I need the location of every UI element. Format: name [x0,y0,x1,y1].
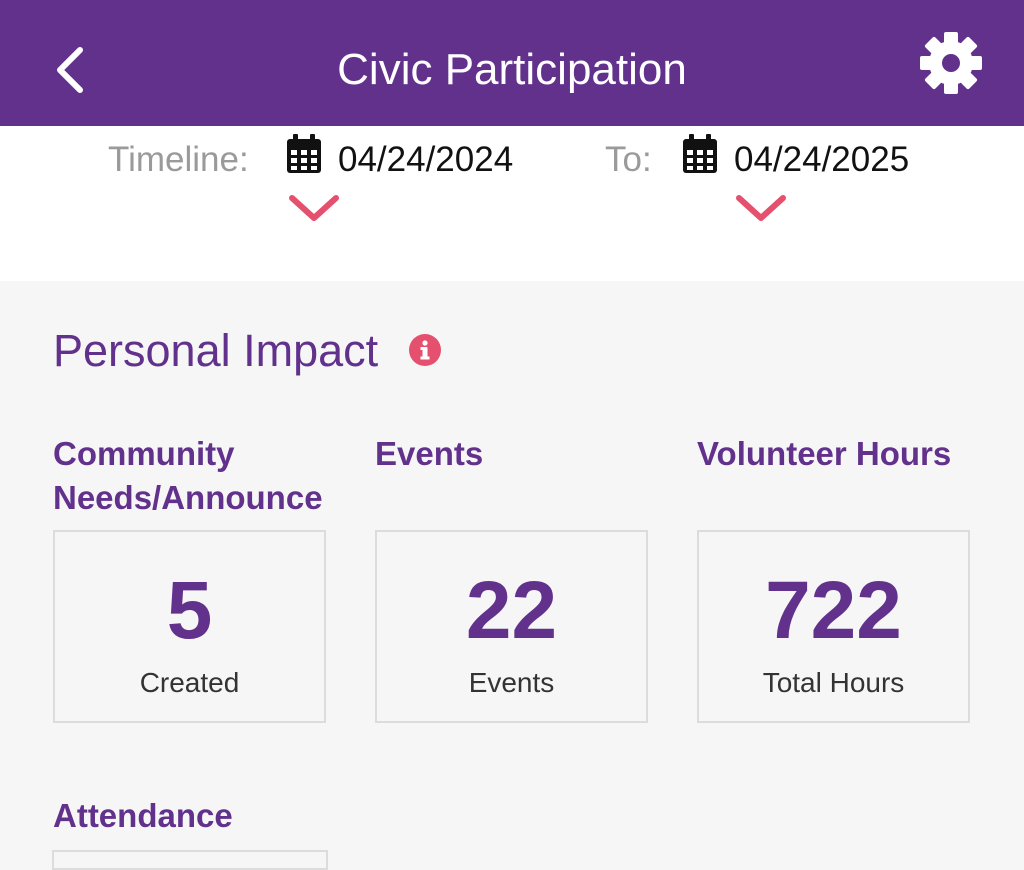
end-date-dropdown-icon[interactable] [733,192,789,226]
page-title: Civic Participation [337,45,687,94]
attendance-card[interactable] [52,850,328,870]
volunteer-hours-card[interactable]: 722 Total Hours [697,530,970,723]
info-icon[interactable] [408,333,442,367]
volunteer-hours-count: 722 [765,565,902,656]
community-needs-card[interactable]: 5 Created [53,530,326,723]
start-date-field[interactable]: 04/24/2024 [338,138,513,182]
community-needs-caption: Created [139,667,240,698]
community-needs-heading-line1: Community [53,435,235,472]
personal-impact-title: Personal Impact [53,325,379,376]
community-needs-count: 5 [166,565,213,656]
attendance-heading: Attendance [53,797,233,834]
volunteer-hours-caption: Total Hours [762,667,905,698]
community-needs-heading: Community Needs/Announce [53,432,323,520]
calendar-icon [683,134,717,173]
timeline-bar: Timeline: 04/24/2024 To: 04/24/2025 [0,126,1024,281]
community-needs-heading-line2: Needs/Announce [53,479,323,516]
events-card[interactable]: 22 Events [375,530,648,723]
settings-button[interactable] [918,30,984,96]
volunteer-hours-heading: Volunteer Hours [697,435,952,472]
gear-icon [920,32,982,94]
events-heading: Events [375,435,484,472]
events-count: 22 [465,565,558,656]
calendar-icon [287,134,321,173]
app-header: Civic Participation [0,0,1024,126]
events-caption: Events [468,667,555,698]
end-date-field[interactable]: 04/24/2025 [734,138,909,182]
timeline-label: Timeline: [108,140,249,179]
to-label: To: [605,140,652,179]
start-date-dropdown-icon[interactable] [286,192,342,226]
